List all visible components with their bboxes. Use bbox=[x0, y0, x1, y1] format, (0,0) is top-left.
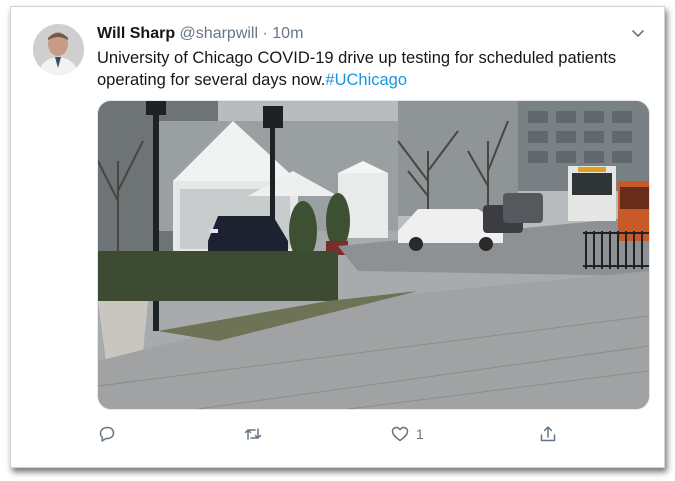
like-count: 1 bbox=[416, 426, 424, 442]
timestamp[interactable]: 10m bbox=[272, 25, 303, 42]
hashtag-link[interactable]: #UChicago bbox=[325, 71, 407, 89]
avatar[interactable] bbox=[33, 24, 84, 75]
separator: · bbox=[262, 25, 268, 42]
chevron-down-icon[interactable] bbox=[630, 25, 646, 41]
tweet-actions: 1 bbox=[97, 419, 650, 449]
reply-button[interactable] bbox=[97, 419, 123, 449]
author-name[interactable]: Will Sharp bbox=[97, 25, 175, 42]
like-button[interactable]: 1 bbox=[390, 419, 424, 449]
heart-icon bbox=[391, 426, 409, 442]
author-handle[interactable]: @sharpwill bbox=[180, 25, 258, 42]
media-photo bbox=[98, 101, 649, 409]
tweet-header: Will Sharp @sharpwill · 10m bbox=[97, 24, 303, 44]
tweet-media[interactable] bbox=[97, 100, 650, 410]
retweet-button[interactable] bbox=[243, 419, 269, 449]
share-icon bbox=[540, 426, 556, 442]
tweet-card[interactable]: Will Sharp @sharpwill · 10m University o… bbox=[10, 6, 665, 468]
reply-icon bbox=[99, 426, 115, 442]
retweet-icon bbox=[244, 428, 262, 440]
tweet-text: University of Chicago COVID-19 drive up … bbox=[97, 47, 647, 91]
share-button[interactable] bbox=[538, 419, 564, 449]
